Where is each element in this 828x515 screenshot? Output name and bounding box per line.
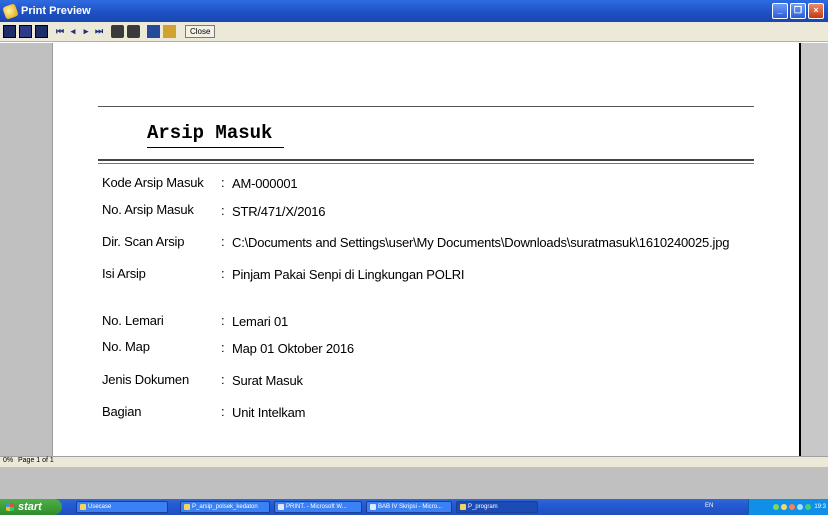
- lower-gray-area: [0, 467, 828, 499]
- field-value: C:\Documents and Settings\user\My Docume…: [232, 235, 730, 250]
- field-value: Surat Masuk: [232, 373, 303, 388]
- folder-icon: [184, 504, 190, 510]
- field-label: Dir. Scan Arsip: [102, 234, 185, 249]
- field-label: No. Arsip Masuk: [102, 202, 194, 217]
- field-value: AM-000001: [232, 176, 298, 191]
- tray-icon[interactable]: [773, 504, 780, 510]
- window-title: Print Preview: [21, 5, 91, 17]
- tray-icon[interactable]: [797, 504, 804, 510]
- app-icon: [2, 2, 19, 20]
- first-page-icon[interactable]: ⏮: [55, 25, 65, 38]
- title-underline: [147, 147, 284, 148]
- field-value: Pinjam Pakai Senpi di Lingkungan POLRI: [232, 267, 465, 282]
- windows-flag-icon: [6, 503, 14, 511]
- page-width-icon[interactable]: [19, 25, 32, 38]
- next-page-icon[interactable]: ▸: [81, 25, 91, 38]
- field-label: Bagian: [102, 404, 142, 419]
- restore-button[interactable]: ❐: [790, 3, 806, 19]
- printer-setup-icon[interactable]: [111, 25, 124, 38]
- field-colon: :: [221, 313, 225, 328]
- start-button[interactable]: start: [0, 499, 62, 515]
- field-value: Map 01 Oktober 2016: [232, 341, 354, 356]
- taskbar: start Usecase P_arsip_polsek_kedaton PRI…: [0, 499, 828, 515]
- field-label: Kode Arsip Masuk: [102, 175, 204, 190]
- hundred-percent-icon[interactable]: [35, 25, 48, 38]
- preview-toolbar: ⏮ ◂ ▸ ⏭ Close: [0, 22, 828, 42]
- report-page: [52, 43, 801, 480]
- report-title: Arsip Masuk: [147, 122, 273, 144]
- field-label: Jenis Dokumen: [102, 372, 189, 387]
- window-controls: _ ❐ ×: [772, 3, 824, 19]
- close-preview-button[interactable]: Close: [185, 25, 216, 38]
- field-colon: :: [221, 404, 225, 419]
- last-page-icon[interactable]: ⏭: [94, 25, 104, 38]
- clock[interactable]: 19:3: [814, 504, 826, 510]
- app-icon: [460, 504, 466, 510]
- taskbar-item-active[interactable]: P_program: [456, 501, 538, 513]
- word-doc-icon: [278, 504, 284, 510]
- field-colon: :: [221, 203, 225, 218]
- field-label: No. Lemari: [102, 313, 164, 328]
- field-value: Lemari 01: [232, 314, 289, 329]
- header-rule: [98, 106, 754, 107]
- field-label: No. Map: [102, 339, 150, 354]
- window-titlebar: Print Preview _ ❐ ×: [0, 0, 828, 22]
- system-tray: 19:3: [748, 499, 828, 515]
- start-label: start: [18, 501, 42, 513]
- taskbar-item[interactable]: P_arsip_polsek_kedaton: [180, 501, 270, 513]
- taskbar-item[interactable]: Usecase: [76, 501, 168, 513]
- zoom-level: 0%: [3, 457, 14, 464]
- taskbar-item[interactable]: BAB IV Skripsi - Micro...: [366, 501, 452, 513]
- tray-icon[interactable]: [789, 504, 796, 510]
- close-window-button[interactable]: ×: [808, 3, 824, 19]
- page-indicator: Page 1 of 1: [18, 457, 54, 464]
- open-icon[interactable]: [163, 25, 176, 38]
- field-label: Isi Arsip: [102, 266, 146, 281]
- field-colon: :: [221, 234, 225, 249]
- minimize-button[interactable]: _: [772, 3, 788, 19]
- whole-page-icon[interactable]: [3, 25, 16, 38]
- field-colon: :: [221, 372, 225, 387]
- field-colon: :: [221, 340, 225, 355]
- language-indicator[interactable]: EN: [705, 503, 713, 509]
- taskbar-item[interactable]: PRINT. - Microsoft W...: [274, 501, 362, 513]
- print-icon[interactable]: [127, 25, 140, 38]
- field-value: STR/471/X/2016: [232, 204, 326, 219]
- tray-icon[interactable]: [805, 504, 812, 510]
- double-rule-bottom: [98, 163, 754, 164]
- previous-page-icon[interactable]: ◂: [68, 25, 78, 38]
- double-rule-top: [98, 159, 754, 161]
- field-colon: :: [221, 175, 225, 190]
- field-colon: :: [221, 266, 225, 281]
- folder-icon: [80, 504, 86, 510]
- field-value: Unit Intelkam: [232, 405, 306, 420]
- tray-icon[interactable]: [781, 504, 788, 510]
- save-icon[interactable]: [147, 25, 160, 38]
- word-doc-icon: [370, 504, 376, 510]
- vertical-scroll-area[interactable]: [800, 43, 828, 456]
